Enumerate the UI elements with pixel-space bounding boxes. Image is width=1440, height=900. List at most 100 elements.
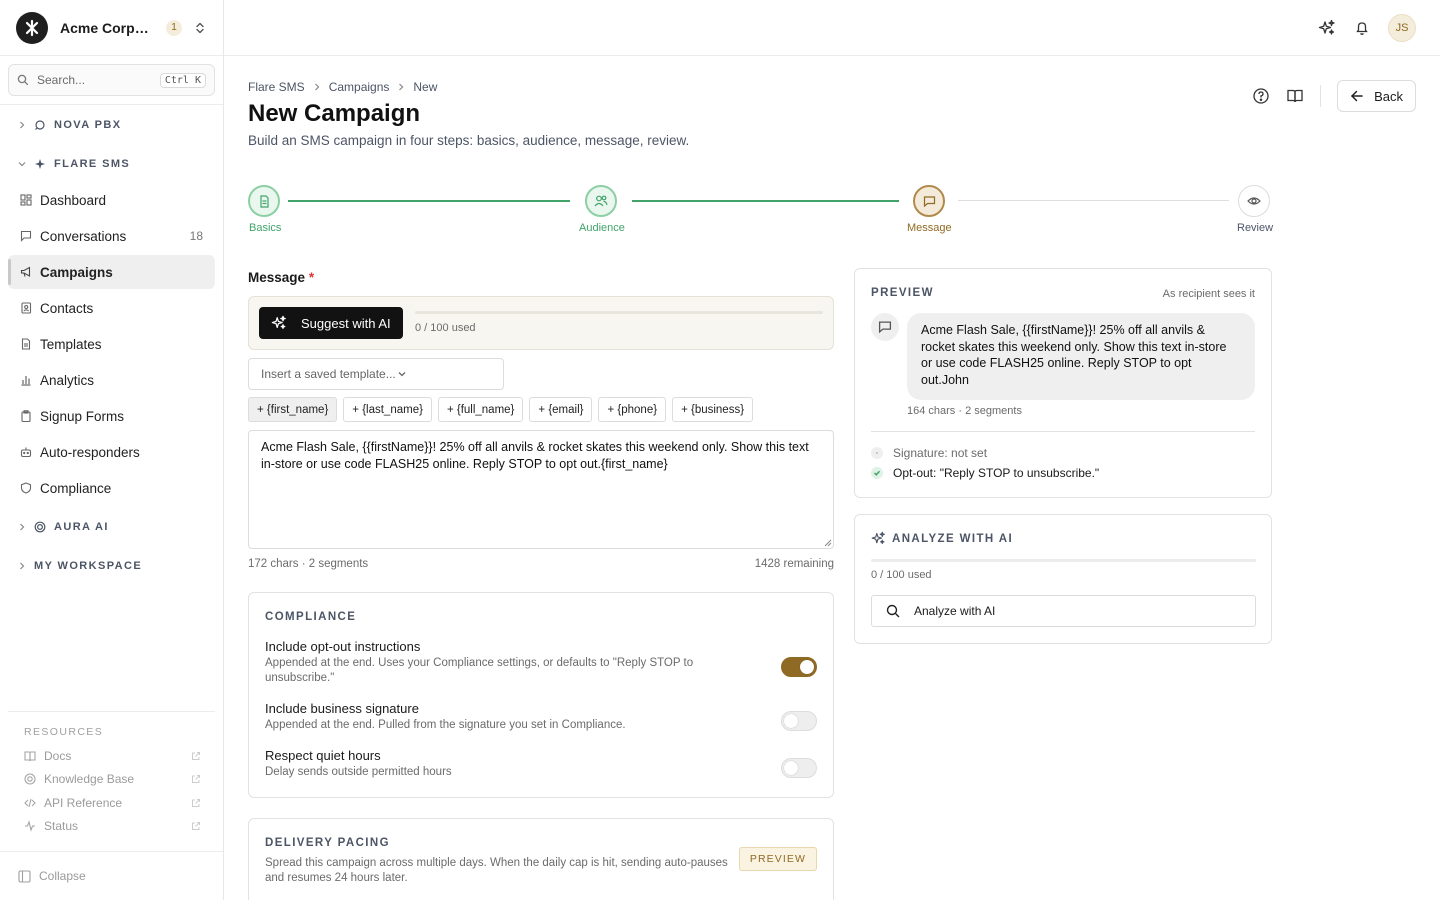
sidebar-item-campaigns[interactable]: Campaigns xyxy=(8,255,215,289)
chevrons-up-down-icon[interactable] xyxy=(193,21,207,35)
sidebar-item-contacts[interactable]: Contacts xyxy=(8,291,215,325)
preview-hint: As recipient sees it xyxy=(1162,288,1255,300)
step-review[interactable] xyxy=(1238,185,1270,217)
preview-badge: PREVIEW xyxy=(738,847,817,871)
step-audience[interactable] xyxy=(585,185,617,217)
ai-sparkles-icon[interactable] xyxy=(1318,19,1336,37)
breadcrumb: Flare SMS Campaigns New xyxy=(248,80,437,94)
step-connector xyxy=(632,200,899,202)
analyze-label: Analyze with AI xyxy=(914,604,996,618)
option-description: Appended at the end. Uses your Complianc… xyxy=(265,657,694,684)
group-flare-sms[interactable]: FLARE SMS xyxy=(0,144,223,183)
token-last-name-button[interactable]: + {last_name} xyxy=(343,397,432,422)
breadcrumb-item[interactable]: Flare SMS xyxy=(248,80,305,94)
dashboard-icon xyxy=(20,194,32,206)
template-select[interactable]: Insert a saved template... xyxy=(248,358,504,390)
signature-status-text: Signature: not set xyxy=(893,446,988,460)
option-title: Include opt-out instructions xyxy=(265,639,421,654)
preview-card: PREVIEW As recipient sees it Acme Flash … xyxy=(854,268,1272,498)
collapse-button[interactable]: Collapse xyxy=(0,851,223,900)
group-my-workspace[interactable]: MY WORKSPACE xyxy=(0,546,223,585)
resource-knowledge-base[interactable]: Knowledge Base xyxy=(8,768,215,792)
book-open-icon[interactable] xyxy=(1286,87,1304,105)
step-connector xyxy=(288,200,570,202)
back-label: Back xyxy=(1374,88,1403,104)
template-select-placeholder: Insert a saved template... xyxy=(261,367,396,381)
sparkle-icon xyxy=(34,158,46,170)
chevron-right-icon xyxy=(18,523,26,531)
sidebar-item-templates[interactable]: Templates xyxy=(8,327,215,361)
preview-stats: 164 chars · 2 segments xyxy=(907,405,1022,417)
contact-book-icon xyxy=(20,302,32,314)
group-nova-pbx[interactable]: NOVA PBX xyxy=(0,105,223,144)
search-shortcut: Ctrl K xyxy=(159,72,206,88)
resource-label: API Reference xyxy=(44,795,123,810)
chevron-right-icon xyxy=(18,121,26,129)
conversations-count: 18 xyxy=(189,229,203,243)
resize-handle-icon[interactable] xyxy=(822,537,832,547)
sidebar-item-signup-forms[interactable]: Signup Forms xyxy=(8,399,215,433)
suggest-with-ai-button[interactable]: Suggest with AI xyxy=(259,307,403,339)
org-switcher[interactable]: Acme Corporation 1 xyxy=(0,0,223,56)
resource-label: Knowledge Base xyxy=(44,772,135,787)
file-text-icon xyxy=(258,194,271,208)
preview-bubble: Acme Flash Sale, {{firstName}}! 25% off … xyxy=(907,313,1255,400)
eye-icon xyxy=(1247,194,1261,208)
resource-api-reference[interactable]: API Reference xyxy=(8,791,215,815)
ai-suggest-panel: Suggest with AI 0 / 100 used xyxy=(248,296,834,350)
bell-icon[interactable] xyxy=(1354,20,1370,36)
sidebar-item-conversations[interactable]: Conversations 18 xyxy=(8,219,215,253)
analyze-usage-text: 0 / 100 used xyxy=(871,569,932,581)
token-first-name-button[interactable]: + {first_name} xyxy=(248,397,338,422)
phone-icon xyxy=(34,119,46,131)
chevron-right-icon xyxy=(313,83,321,91)
option-title: Include business signature xyxy=(265,701,419,716)
sidebar-item-dashboard[interactable]: Dashboard xyxy=(8,183,215,217)
message-square-icon xyxy=(923,195,936,208)
signature-toggle[interactable] xyxy=(781,711,817,731)
resource-status[interactable]: Status xyxy=(8,815,215,839)
breadcrumb-item[interactable]: Campaigns xyxy=(329,80,390,94)
sidebar-item-compliance[interactable]: Compliance xyxy=(8,471,215,505)
chars-remaining: 1428 remaining xyxy=(754,558,834,570)
top-bar: JS xyxy=(224,0,1440,56)
breadcrumb-current: New xyxy=(413,80,438,94)
sidebar-item-analytics[interactable]: Analytics xyxy=(8,363,215,397)
step-message[interactable] xyxy=(913,185,945,217)
user-avatar[interactable]: JS xyxy=(1388,13,1416,42)
analyze-title: ANALYZE WITH AI xyxy=(892,532,1014,545)
external-link-icon xyxy=(191,821,201,831)
sidebar-item-auto-responders[interactable]: Auto-responders xyxy=(8,435,215,469)
help-circle-icon[interactable] xyxy=(1252,87,1270,105)
sidebar-item-label: Templates xyxy=(40,336,102,352)
message-label-text: Message xyxy=(248,270,306,285)
suggest-label: Suggest with AI xyxy=(301,315,391,331)
message-textarea[interactable]: Acme Flash Sale, {{firstName}}! 25% off … xyxy=(248,430,834,549)
analyze-with-ai-button[interactable]: Analyze with AI xyxy=(871,595,1256,627)
delivery-pacing-description: Spread this campaign across multiple day… xyxy=(265,857,728,884)
target-icon xyxy=(34,521,46,533)
token-email-button[interactable]: + {email} xyxy=(529,397,593,422)
users-icon xyxy=(594,194,608,208)
step-label: Basics xyxy=(249,222,282,234)
search-icon xyxy=(17,74,29,86)
message-square-icon xyxy=(20,230,32,242)
token-business-button[interactable]: + {business} xyxy=(672,397,754,422)
org-logo-icon xyxy=(16,11,48,44)
external-link-icon xyxy=(191,798,201,808)
token-full-name-button[interactable]: + {full_name} xyxy=(437,397,524,422)
quiet-hours-toggle[interactable] xyxy=(781,758,817,778)
search-input[interactable]: Search... Ctrl K xyxy=(8,64,215,96)
group-label: AURA AI xyxy=(54,520,109,533)
step-label: Review xyxy=(1237,222,1274,234)
step-basics[interactable] xyxy=(248,185,280,217)
resource-docs[interactable]: Docs xyxy=(8,744,215,768)
back-button[interactable]: Back xyxy=(1337,80,1416,112)
group-aura-ai[interactable]: AURA AI xyxy=(0,507,223,546)
opt-out-toggle[interactable] xyxy=(781,657,817,677)
bar-chart-icon xyxy=(20,374,32,386)
token-phone-button[interactable]: + {phone} xyxy=(598,397,667,422)
option-opt-out: Include opt-out instructions Appended at… xyxy=(265,639,735,686)
sidebar-item-label: Dashboard xyxy=(40,192,107,208)
step-label: Audience xyxy=(579,222,625,234)
